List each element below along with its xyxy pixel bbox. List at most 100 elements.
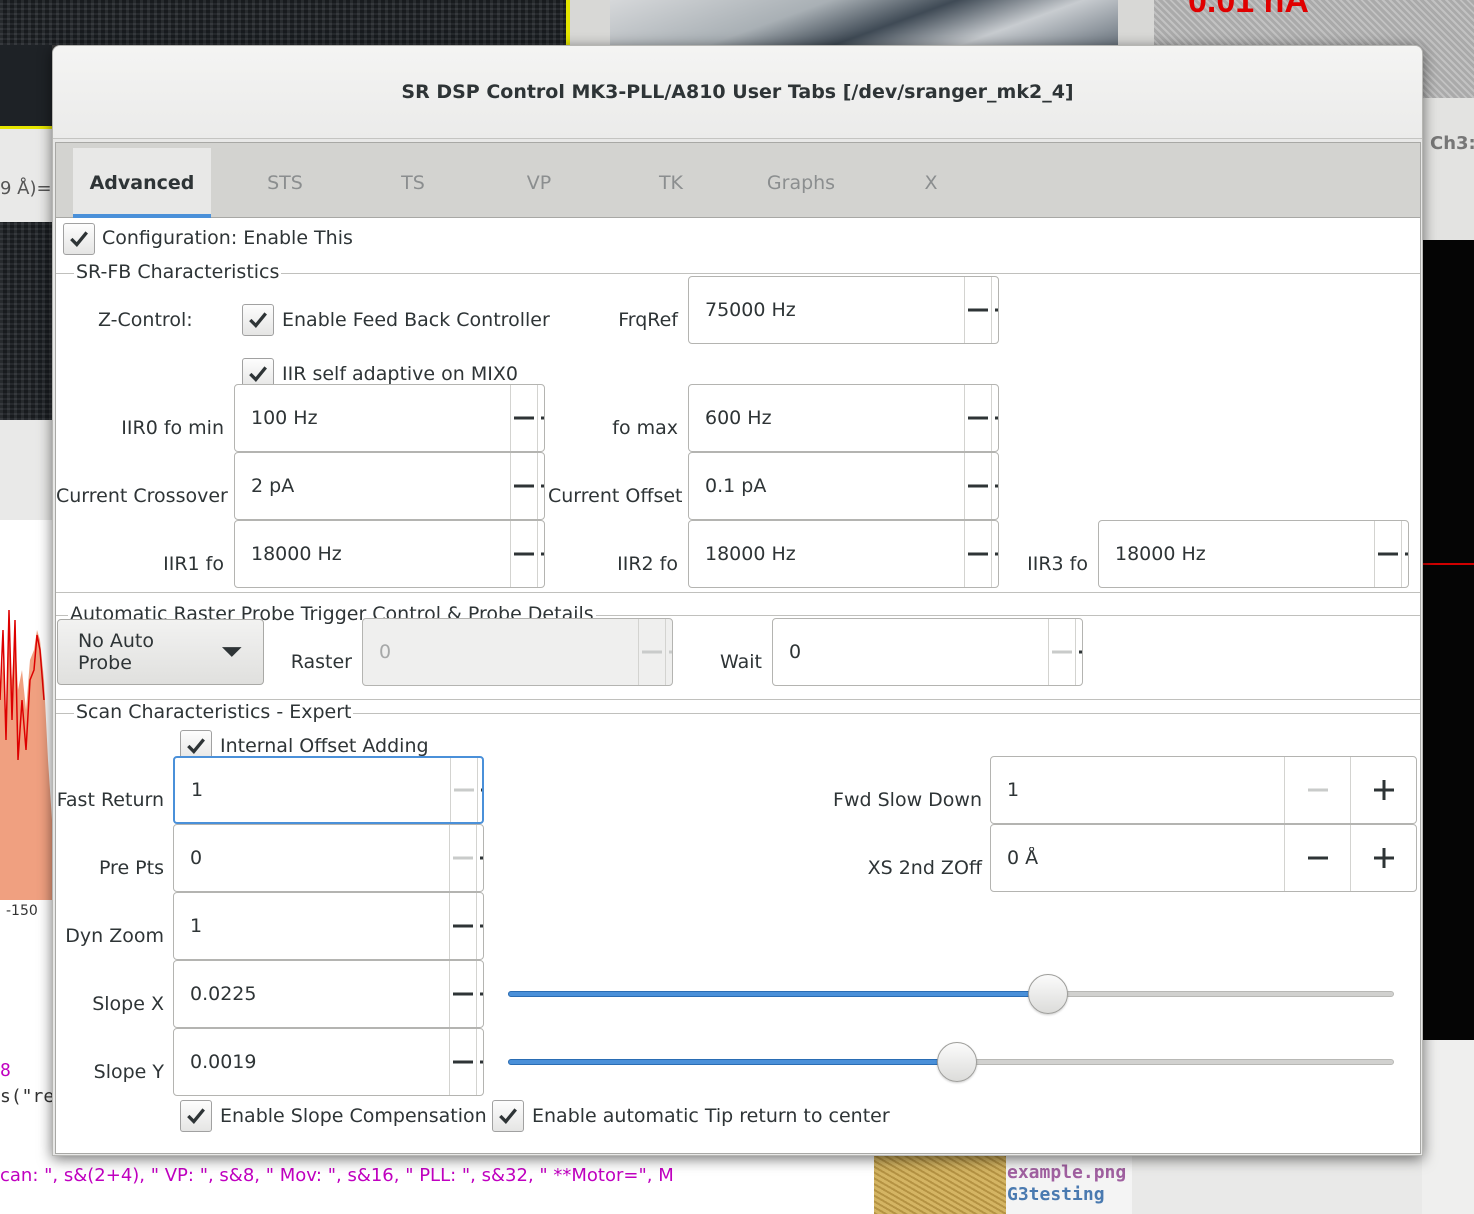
tab-graphs[interactable]: Graphs	[756, 148, 846, 218]
iir3-fo-decrement-button[interactable]	[1374, 521, 1401, 587]
slope-y-spin	[173, 1028, 484, 1096]
pre-pts-increment-button[interactable]	[476, 825, 483, 891]
plus-icon	[481, 788, 482, 792]
dyn-zoom-increment-button[interactable]	[476, 893, 483, 959]
iir0-fo-min-spin	[234, 384, 545, 452]
xs-2nd-zoff-spin	[990, 824, 1417, 892]
plus-icon	[669, 650, 672, 654]
background-right-lower	[1422, 1040, 1474, 1214]
current-crossover-increment-button[interactable]	[537, 453, 544, 519]
tab-vp[interactable]: VP	[504, 148, 574, 218]
iir2-fo-increment-button[interactable]	[991, 521, 998, 587]
raster-label: Raster	[290, 651, 352, 673]
current-offset-increment-button[interactable]	[991, 453, 998, 519]
fast-return-increment-button[interactable]	[477, 758, 482, 822]
iir0-fo-min-decrement-button[interactable]	[510, 385, 537, 451]
wait-increment-button[interactable]	[1075, 619, 1082, 685]
iir0-fo-min-increment-button[interactable]	[537, 385, 544, 451]
minus-icon	[968, 308, 988, 312]
iir1-fo-label: IIR1 fo	[163, 553, 224, 575]
current-offset-input[interactable]	[689, 453, 964, 519]
slope-y-decrement-button[interactable]	[449, 1029, 476, 1095]
enable-fb-checkbox[interactable]	[242, 304, 274, 336]
slope-y-increment-button[interactable]	[476, 1029, 483, 1095]
current-offset-decrement-button[interactable]	[964, 453, 991, 519]
tab-x[interactable]: X	[906, 148, 956, 218]
frqref-input[interactable]	[689, 277, 964, 343]
fo-max-increment-button[interactable]	[991, 385, 998, 451]
frqref-increment-button[interactable]	[991, 277, 998, 343]
current-crossover-input[interactable]	[235, 453, 510, 519]
background-sand-image	[874, 1156, 1006, 1214]
fo-max-input[interactable]	[689, 385, 964, 451]
iir1-fo-input[interactable]	[235, 521, 510, 587]
auto-probe-dropdown[interactable]: No Auto Probe	[57, 619, 264, 685]
minus-icon	[1307, 856, 1328, 860]
fast-return-input[interactable]	[175, 758, 450, 822]
enable-tip-return-checkbox[interactable]	[492, 1100, 524, 1132]
chevron-down-icon	[222, 647, 243, 657]
current-crossover-spin	[234, 452, 545, 520]
wait-input[interactable]	[773, 619, 1048, 685]
scan-frame-label: Scan Characteristics - Expert	[74, 701, 354, 723]
slope-x-input[interactable]	[174, 961, 449, 1027]
xs-2nd-zoff-increment-button[interactable]	[1350, 825, 1416, 891]
xs-2nd-zoff-input[interactable]	[991, 825, 1284, 891]
plus-icon	[995, 416, 998, 420]
xs-2nd-zoff-decrement-button[interactable]	[1284, 825, 1350, 891]
background-file-2: G3testing	[1007, 1184, 1105, 1205]
srfb-frame-label: SR-FB Characteristics	[74, 261, 282, 283]
dialog-titlebar[interactable]: SR DSP Control MK3-PLL/A810 User Tabs [/…	[53, 46, 1422, 139]
background-ch3-label: Ch3:	[1430, 133, 1474, 154]
config-enable-checkbox[interactable]	[63, 223, 95, 255]
fo-max-decrement-button[interactable]	[964, 385, 991, 451]
plus-icon	[1079, 650, 1082, 654]
fwd-slow-down-decrement-button	[1284, 757, 1350, 823]
iir0-fo-min-input[interactable]	[235, 385, 510, 451]
background-panel-mid	[570, 0, 610, 45]
slope-x-slider[interactable]	[508, 974, 1394, 1014]
tab-ts[interactable]: TS	[376, 148, 450, 218]
enable-slope-comp-checkbox[interactable]	[180, 1100, 212, 1132]
dyn-zoom-input[interactable]	[174, 893, 449, 959]
iir3-fo-input[interactable]	[1099, 521, 1374, 587]
background-left-image	[0, 222, 52, 420]
minus-icon	[453, 924, 473, 928]
slope-x-slider-knob[interactable]	[1028, 974, 1068, 1014]
dyn-zoom-decrement-button[interactable]	[449, 893, 476, 959]
background-file-1: example.png	[1007, 1162, 1127, 1183]
slope-x-increment-button[interactable]	[476, 961, 483, 1027]
iir2-fo-decrement-button[interactable]	[964, 521, 991, 587]
fo-max-spin	[688, 384, 999, 452]
pre-pts-input[interactable]	[174, 825, 449, 891]
minus-icon	[514, 484, 534, 488]
plus-icon	[480, 1060, 483, 1064]
advanced-page: Configuration: Enable This SR-FB Charact…	[56, 219, 1420, 1153]
slope-y-input[interactable]	[174, 1029, 449, 1095]
slope-y-slider[interactable]	[508, 1042, 1394, 1082]
slope-x-decrement-button[interactable]	[449, 961, 476, 1027]
xs-2nd-zoff-label: XS 2nd ZOff	[867, 857, 982, 879]
fwd-slow-down-input[interactable]	[991, 757, 1284, 823]
iir3-fo-increment-button[interactable]	[1401, 521, 1408, 587]
tab-sts[interactable]: STS	[246, 148, 324, 218]
background-left-gray2	[0, 420, 52, 520]
iir1-fo-decrement-button[interactable]	[510, 521, 537, 587]
frqref-decrement-button[interactable]	[964, 277, 991, 343]
raster-decrement-button	[638, 619, 665, 685]
pre-pts-decrement-button	[449, 825, 476, 891]
pre-pts-spin	[173, 824, 484, 892]
minus-icon	[514, 416, 534, 420]
config-enable-label: Configuration: Enable This	[102, 227, 353, 249]
fwd-slow-down-increment-button[interactable]	[1350, 757, 1416, 823]
slope-y-slider-knob[interactable]	[937, 1042, 977, 1082]
minus-icon	[968, 416, 988, 420]
tab-tk[interactable]: TK	[636, 148, 706, 218]
iir1-fo-increment-button[interactable]	[537, 521, 544, 587]
background-right-bottom	[1132, 1156, 1422, 1214]
tab-advanced[interactable]: Advanced	[73, 148, 211, 218]
iir2-fo-input[interactable]	[689, 521, 964, 587]
plus-icon	[1405, 552, 1408, 556]
minus-icon	[642, 650, 662, 654]
current-crossover-decrement-button[interactable]	[510, 453, 537, 519]
